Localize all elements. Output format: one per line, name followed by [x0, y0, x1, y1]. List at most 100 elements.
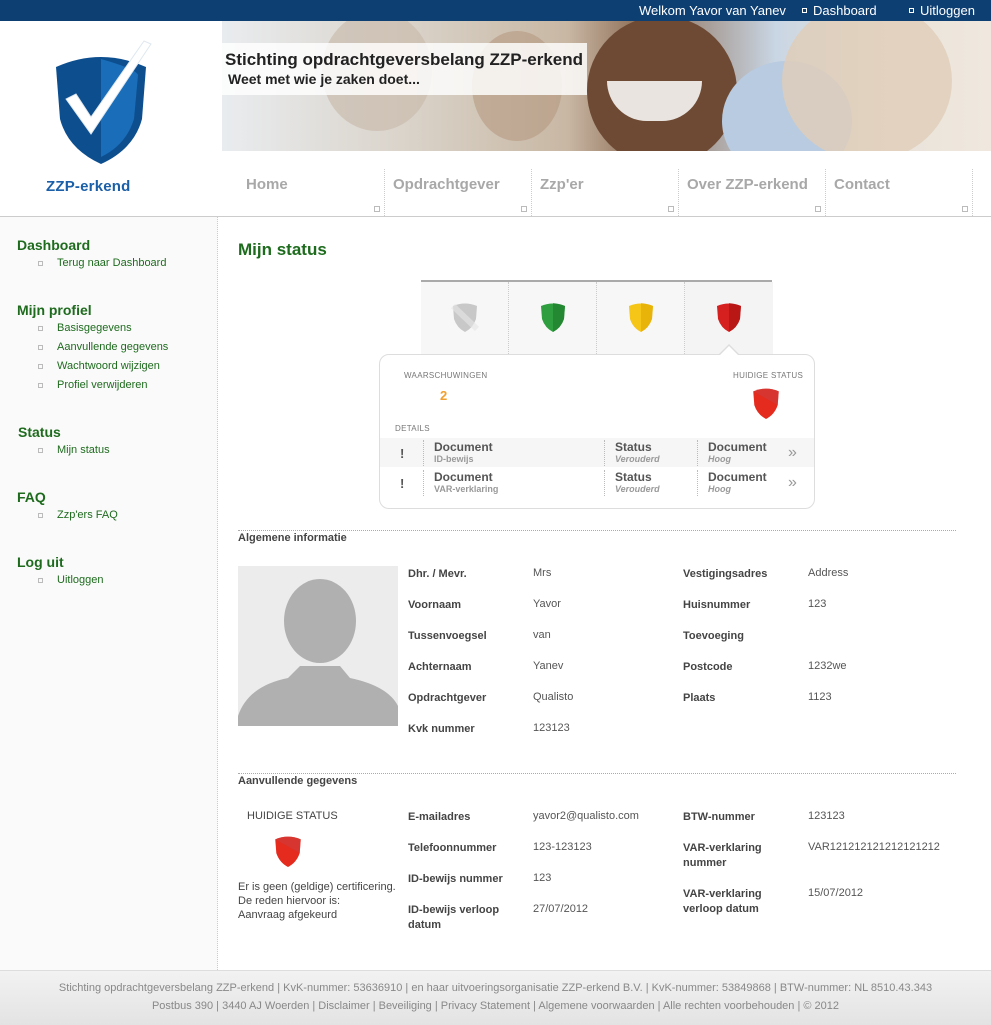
label-emailadres: E-mailadres — [408, 811, 471, 823]
value-voornaam: Yavor — [533, 598, 561, 610]
sidebar-item-label[interactable]: Basisgegevens — [57, 322, 132, 334]
sidebar-item-zzpers-faq[interactable]: Zzp'ers FAQ — [38, 509, 118, 521]
sidebar-item-label[interactable]: Terug naar Dashboard — [57, 257, 166, 269]
section-divider — [238, 773, 956, 774]
status-tab-green[interactable] — [509, 282, 597, 354]
value-postcode: 1232we — [808, 660, 847, 672]
nav-item-label[interactable]: Zzp'er — [540, 177, 584, 192]
square-bullet-icon — [38, 512, 43, 518]
sidebar-item-label[interactable]: Uitloggen — [57, 574, 103, 586]
square-bullet-icon — [962, 206, 968, 212]
footer-line-2[interactable]: Postbus 390 | 3440 AJ Woerden | Disclaim… — [0, 1000, 991, 1012]
dashboard-link-label[interactable]: Dashboard — [813, 3, 877, 18]
shield-check-logo-icon — [56, 40, 152, 164]
person-silhouette-icon — [238, 566, 398, 726]
nav-item-label[interactable]: Over ZZP-erkend — [687, 177, 808, 192]
label-toevoeging: Toevoeging — [683, 630, 744, 642]
square-bullet-icon — [38, 447, 43, 453]
status-tab-yellow[interactable] — [597, 282, 685, 354]
detail-row[interactable]: ! Document VAR-verklaring Status Verouderd… — [380, 468, 814, 497]
sidebar-item-aanvullende-gegevens[interactable]: Aanvullende gegevens — [38, 341, 168, 353]
detail-cell-priority: Document Hoog — [697, 440, 767, 466]
sidebar-item-profiel-verwijderen[interactable]: Profiel verwijderen — [38, 379, 147, 391]
shield-grey-icon — [451, 303, 479, 332]
chevron-right-icon[interactable]: » — [788, 444, 797, 462]
certification-note: Er is geen (geldige) certificering. De r… — [238, 880, 396, 922]
logo[interactable]: ZZP-erkend — [0, 21, 222, 216]
cell-title: Document — [708, 470, 767, 484]
label-line: datum — [408, 919, 441, 931]
cell-sub: Hoog — [708, 484, 731, 494]
nav-item-zzper[interactable]: Zzp'er — [532, 169, 679, 216]
current-status-label: HUIDIGE STATUS — [733, 371, 804, 380]
value-opdrachtgever: Qualisto — [533, 691, 574, 703]
sidebar-item-basisgegevens[interactable]: Basisgegevens — [38, 322, 132, 334]
shield-yellow-icon — [629, 303, 653, 332]
label-line: VAR-verklaring — [683, 888, 762, 900]
footer: Stichting opdrachtgeversbelang ZZP-erken… — [0, 970, 991, 1025]
detail-row[interactable]: ! Document ID-bewijs Status Verouderd Docu… — [380, 438, 814, 467]
shield-green-icon — [541, 303, 565, 332]
top-bar: Welkom Yavor van Yanev Dashboard Uitlogg… — [0, 0, 991, 21]
nav-item-over[interactable]: Over ZZP-erkend — [679, 169, 826, 216]
square-bullet-icon — [38, 344, 43, 350]
page-title: Mijn status — [238, 240, 327, 259]
nav-item-contact[interactable]: Contact — [826, 169, 973, 216]
cell-title: Document — [434, 470, 493, 484]
sidebar-group-faq[interactable]: FAQ — [17, 489, 46, 505]
section-title-extra: Aanvullende gegevens — [238, 775, 358, 787]
nav-item-label[interactable]: Home — [246, 177, 288, 192]
label-huisnummer: Huisnummer — [683, 599, 751, 611]
shield-red-icon — [717, 303, 741, 332]
sidebar-item-label[interactable]: Mijn status — [57, 444, 110, 456]
status-tabs — [421, 280, 773, 354]
logo-text: ZZP-erkend — [46, 178, 131, 195]
sidebar-item-label[interactable]: Aanvullende gegevens — [57, 341, 168, 353]
sidebar-item-uitloggen[interactable]: Uitloggen — [38, 574, 103, 586]
sidebar-item-wachtwoord-wijzigen[interactable]: Wachtwoord wijzigen — [38, 360, 160, 372]
status-pointer-inner — [720, 346, 738, 355]
current-status-label: HUIDIGE STATUS — [247, 810, 338, 822]
sidebar-item-mijn-status[interactable]: Mijn status — [38, 444, 110, 456]
dashboard-link[interactable]: Dashboard — [802, 3, 877, 18]
square-bullet-icon — [38, 577, 43, 583]
value-aanhef: Mrs — [533, 567, 552, 579]
value-id-bewijs-nummer: 123 — [533, 872, 552, 884]
value-huisnummer: 123 — [808, 598, 827, 610]
logout-link[interactable]: Uitloggen — [909, 3, 975, 18]
label-line: nummer — [683, 857, 727, 869]
detail-cell-priority: Document Hoog — [697, 470, 767, 496]
logout-link-label[interactable]: Uitloggen — [920, 3, 975, 18]
sidebar-group-dashboard[interactable]: Dashboard — [17, 237, 90, 253]
sidebar-item-label[interactable]: Wachtwoord wijzigen — [57, 360, 160, 372]
shield-red-status-icon — [275, 836, 301, 867]
cell-title: Document — [434, 440, 493, 454]
value-tussenvoegsel: van — [533, 629, 551, 641]
label-plaats: Plaats — [683, 692, 716, 704]
nav-item-opdrachtgever[interactable]: Opdrachtgever — [385, 169, 532, 216]
sidebar-group-log-uit[interactable]: Log uit — [17, 554, 64, 570]
square-bullet-icon — [909, 8, 914, 13]
label-postcode: Postcode — [683, 661, 733, 673]
sidebar-item-terug-naar-dashboard[interactable]: Terug naar Dashboard — [38, 257, 166, 269]
cell-sub: Verouderd — [615, 454, 660, 464]
square-bullet-icon — [374, 206, 380, 212]
status-tab-grey[interactable] — [421, 282, 509, 354]
label-id-bewijs-nummer: ID-bewijs nummer — [408, 873, 503, 885]
sidebar-item-label[interactable]: Zzp'ers FAQ — [57, 509, 118, 521]
value-var-verloop: 15/07/2012 — [808, 887, 864, 899]
square-bullet-icon — [802, 8, 807, 13]
nav-item-label[interactable]: Contact — [834, 177, 890, 192]
detail-cell-status: Status Verouderd — [604, 470, 660, 496]
sidebar-group-mijn-profiel[interactable]: Mijn profiel — [17, 302, 92, 318]
value-vestigingsadres: Address — [808, 567, 849, 579]
chevron-right-icon[interactable]: » — [788, 474, 797, 492]
sidebar-group-status[interactable]: Status — [18, 424, 61, 440]
note-line: De reden hiervoor is: — [238, 895, 341, 907]
warnings-label: WAARSCHUWINGEN — [404, 371, 488, 380]
label-aanhef: Dhr. / Mevr. — [408, 568, 467, 580]
sidebar-item-label[interactable]: Profiel verwijderen — [57, 379, 147, 391]
nav-item-home[interactable]: Home — [222, 169, 385, 216]
main-nav: Home Opdrachtgever Zzp'er Over ZZP-erken… — [222, 151, 991, 216]
nav-item-label[interactable]: Opdrachtgever — [393, 177, 500, 192]
